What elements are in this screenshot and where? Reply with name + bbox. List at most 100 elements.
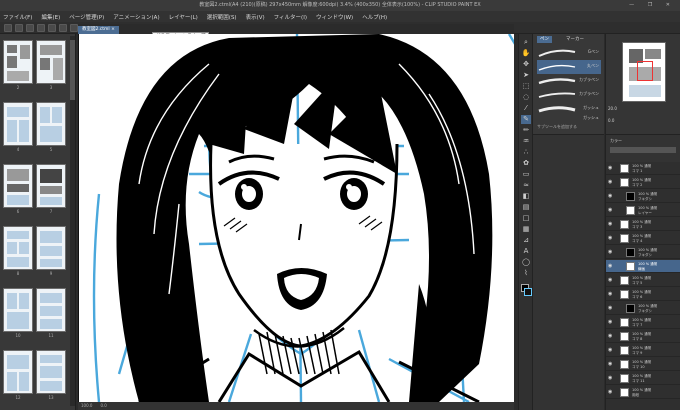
eye-icon[interactable]: ◉ (608, 361, 614, 367)
pen-tool-icon[interactable]: ✎ (521, 115, 531, 124)
eye-icon[interactable]: ◉ (608, 291, 614, 297)
menu-layer[interactable]: レイヤー(L) (169, 13, 198, 21)
layer-row[interactable]: ◉ 100 % 通常 コマ 4 (606, 232, 680, 245)
layer-row[interactable]: ◉ 100 % 通常 コマ 1 (606, 162, 680, 175)
navigator-angle[interactable]: 0.0 (608, 118, 614, 123)
page-thumbnail[interactable] (3, 226, 33, 270)
layer-row[interactable]: ◉ 100 % 通常 フキダシ (606, 302, 680, 315)
lasso-tool-icon[interactable]: ◌ (521, 93, 531, 102)
clear-icon[interactable] (59, 23, 67, 32)
page-thumbnail[interactable] (36, 350, 66, 394)
brush-item[interactable]: ガッシュ (537, 114, 601, 124)
angle-value[interactable]: 0.0 (100, 402, 106, 410)
menu-window[interactable]: ウィンドウ(W) (316, 13, 353, 21)
operation-tool-icon[interactable]: ➤ (521, 71, 531, 80)
zoom-value[interactable]: 100.0 (81, 402, 92, 410)
page-thumbnail[interactable] (3, 102, 33, 146)
navigator-zoom[interactable]: 20.0 (608, 106, 617, 111)
balloon-tool-icon[interactable]: ◯ (521, 258, 531, 267)
eye-icon[interactable]: ◉ (608, 305, 614, 311)
layer-row[interactable]: ◉ 100 % 通常 コマ 5 (606, 274, 680, 287)
window-controls[interactable]: — ❐ ✕ (629, 0, 676, 11)
page-spread[interactable]: 6 7 (3, 162, 69, 214)
menu-page[interactable]: ページ管理(P) (69, 13, 104, 21)
eye-icon[interactable]: ◉ (608, 277, 614, 283)
transform-icon[interactable] (70, 23, 78, 32)
pencil-tool-icon[interactable]: ✏ (521, 126, 531, 135)
eye-icon[interactable]: ◉ (608, 263, 614, 269)
layer-row[interactable]: ◉ 100 % 通常 レイヤー (606, 204, 680, 217)
brush-item[interactable]: カブラペン (537, 88, 601, 102)
subtool-tab-pen[interactable]: ペン (537, 36, 552, 43)
menu-view[interactable]: 表示(V) (246, 13, 265, 21)
layer-row[interactable]: ◉ 100 % 通常 コマ 9 (606, 344, 680, 357)
layer-row[interactable]: ◉ 100 % 通常 コマ 8 (606, 330, 680, 343)
undo-icon[interactable] (37, 23, 45, 32)
eye-icon[interactable]: ◉ (608, 333, 614, 339)
ruler-tool-icon[interactable]: ⊿ (521, 236, 531, 245)
layer-row[interactable]: ◉ 100 % 通常 フキダシ (606, 190, 680, 203)
eye-icon[interactable]: ◉ (608, 389, 614, 395)
layer-row-selected[interactable]: ◉ 100 % 通常 線画 (606, 260, 680, 273)
page-thumbnail[interactable] (36, 102, 66, 146)
brush-item[interactable]: Gペン (537, 46, 601, 60)
text-tool-icon[interactable]: A (521, 247, 531, 256)
layer-row[interactable]: ◉ 100 % 通常 フキダシ (606, 246, 680, 259)
selection-tool-icon[interactable]: ⬚ (521, 82, 531, 91)
sub-color-swatch[interactable] (524, 288, 532, 296)
layer-row[interactable]: ◉ 100 % 通常 コマ 7 (606, 316, 680, 329)
blend-tool-icon[interactable]: ≈ (521, 181, 531, 190)
eye-icon[interactable]: ◉ (608, 221, 614, 227)
eye-icon[interactable]: ◉ (608, 375, 614, 381)
layer-row[interactable]: ◉ 100 % 通常 コマ 3 (606, 218, 680, 231)
page-thumbnail[interactable] (36, 164, 66, 208)
menu-animation[interactable]: アニメーション(A) (113, 13, 159, 21)
eye-icon[interactable]: ◉ (608, 347, 614, 353)
page-thumbnail[interactable] (3, 288, 33, 332)
layer-row[interactable]: ◉ 100 % 通常 コマ 6 (606, 288, 680, 301)
add-subtool-button[interactable]: サブツールを追加する (537, 124, 577, 130)
eye-icon[interactable]: ◉ (608, 165, 614, 171)
open-icon[interactable] (15, 23, 23, 32)
layer-row[interactable]: ◉ 100 % 通常 用紙 (606, 386, 680, 399)
menu-help[interactable]: ヘルプ(H) (362, 13, 387, 21)
page-thumbnail[interactable] (36, 288, 66, 332)
eye-icon[interactable]: ◉ (608, 193, 614, 199)
page-thumbnail[interactable] (3, 40, 33, 84)
brush-tool-icon[interactable]: ♒ (521, 137, 531, 146)
menu-file[interactable]: ファイル(F) (3, 13, 32, 21)
page-thumbnail[interactable] (36, 226, 66, 270)
page-spread[interactable]: 12 13 (3, 348, 69, 400)
eye-icon[interactable]: ◉ (608, 249, 614, 255)
move-tool-icon[interactable]: ✥ (521, 60, 531, 69)
page-spread[interactable]: 10 11 (3, 286, 69, 338)
layer-row[interactable]: ◉ 100 % 通常 コマ 11 (606, 372, 680, 385)
page-manager-scrollbar[interactable] (70, 36, 75, 406)
page-thumbnail[interactable] (3, 164, 33, 208)
correct-line-tool-icon[interactable]: ⌇ (521, 269, 531, 278)
drawing-canvas[interactable] (78, 34, 514, 402)
menu-edit[interactable]: 編集(E) (41, 13, 60, 21)
subtool-tab-marker[interactable]: マーカー (563, 36, 587, 43)
new-file-icon[interactable] (4, 23, 12, 32)
eye-icon[interactable]: ◉ (608, 235, 614, 241)
layer-row[interactable]: ◉ 100 % 通常 コマ 2 (606, 176, 680, 189)
eye-icon[interactable]: ◉ (608, 319, 614, 325)
page-spread[interactable]: 8 9 (3, 224, 69, 276)
page-spread[interactable]: 4 5 (3, 100, 69, 152)
eye-icon[interactable]: ◉ (608, 207, 614, 213)
gradient-tool-icon[interactable]: ▤ (521, 203, 531, 212)
page-thumbnail[interactable] (36, 40, 66, 84)
brush-item[interactable]: カブラペン (537, 74, 601, 88)
eye-icon[interactable]: ◉ (608, 179, 614, 185)
menu-selection[interactable]: 選択範囲(S) (207, 13, 237, 21)
fill-tool-icon[interactable]: ◧ (521, 192, 531, 201)
layer-row[interactable]: ◉ 100 % 通常 コマ 10 (606, 358, 680, 371)
menu-filter[interactable]: フィルター(I) (274, 13, 307, 21)
brush-item[interactable]: 丸ペン (537, 60, 601, 74)
save-icon[interactable] (26, 23, 34, 32)
zoom-tool-icon[interactable]: ⌕ (521, 38, 531, 47)
redo-icon[interactable] (48, 23, 56, 32)
page-spread[interactable]: 2 3 (3, 38, 69, 90)
page-thumbnail[interactable] (3, 350, 33, 394)
